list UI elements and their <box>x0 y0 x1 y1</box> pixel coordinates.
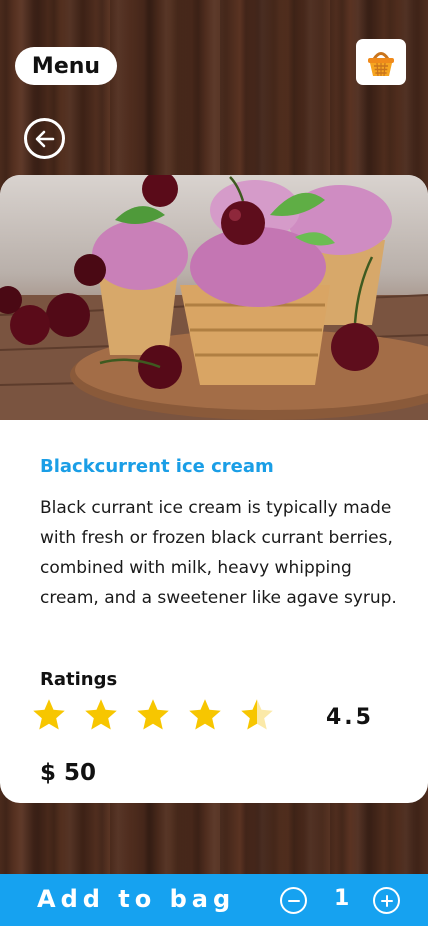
plus-circle-icon <box>380 894 393 907</box>
bottom-bar: Add to bag 1 <box>0 874 428 926</box>
rating-value: 4.5 <box>326 705 374 730</box>
star-icon <box>137 699 169 730</box>
menu-button[interactable]: Menu <box>15 47 117 85</box>
star-icon <box>33 699 65 730</box>
price: $ 50 <box>40 760 97 786</box>
back-arrow-icon <box>35 130 54 147</box>
star-icon <box>85 699 117 730</box>
basket-button[interactable] <box>356 39 406 85</box>
add-to-bag-button[interactable]: Add to bag <box>37 885 235 913</box>
back-button[interactable] <box>24 118 65 159</box>
increase-quantity-button[interactable] <box>373 887 400 914</box>
ice-cream-photo <box>0 175 428 420</box>
decrease-quantity-button[interactable] <box>280 887 307 914</box>
product-title: Blackcurrent ice cream <box>40 456 274 477</box>
rating-stars <box>31 697 275 733</box>
product-card: Blackcurrent ice cream Black currant ice… <box>0 175 428 803</box>
half-star-icon <box>241 699 273 730</box>
minus-circle-icon <box>287 899 300 902</box>
basket-icon <box>368 52 394 77</box>
quantity-value: 1 <box>334 886 350 911</box>
ratings-label: Ratings <box>40 669 118 690</box>
star-icon <box>189 699 221 730</box>
product-description: Black currant ice cream is typically mad… <box>40 498 397 608</box>
